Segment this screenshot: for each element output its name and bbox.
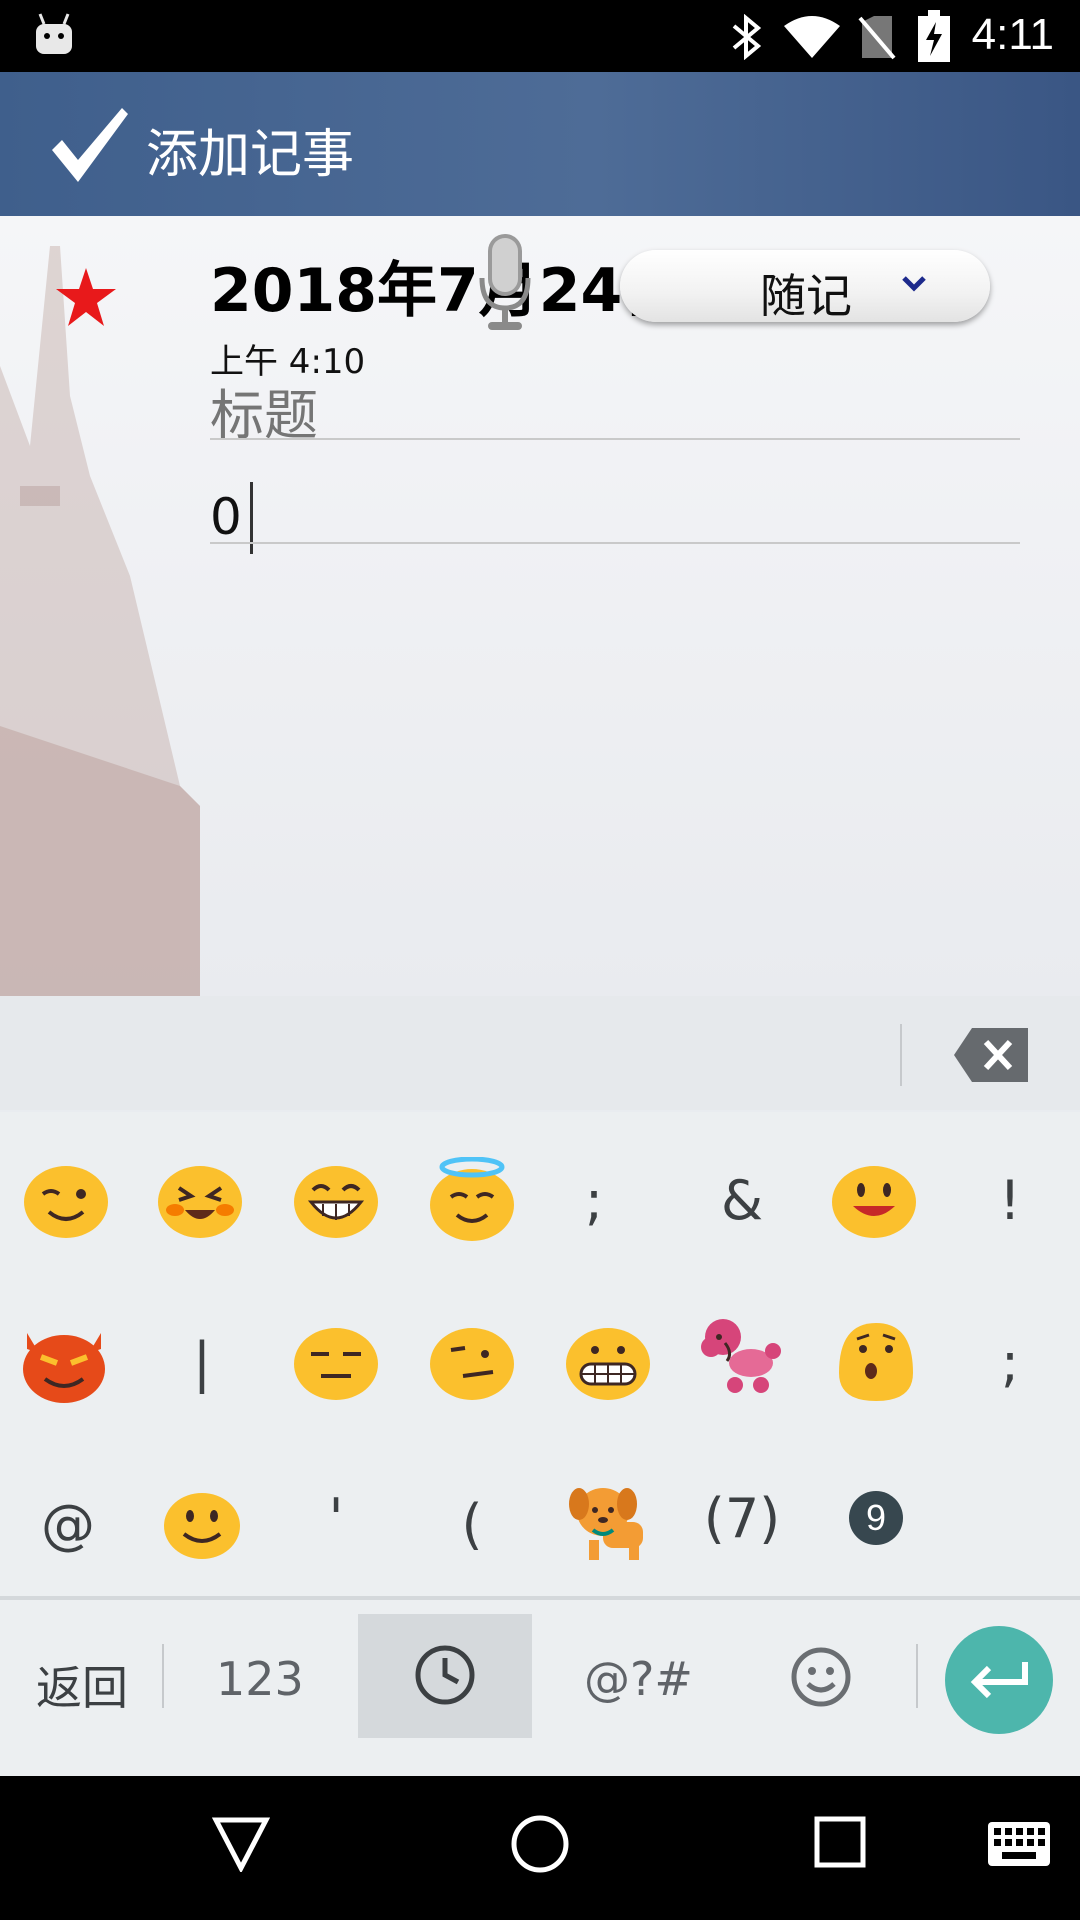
enter-key[interactable] [945,1626,1053,1734]
emoji-poodle[interactable] [680,1298,800,1418]
recent-emoji-tab[interactable] [358,1614,532,1738]
keyboard-top-strip [0,996,1080,1110]
back-icon[interactable] [212,1816,270,1872]
emoji-wink[interactable] [6,1140,126,1260]
back-key[interactable]: 返回 [36,1652,128,1718]
note-editor: 2018年7月24日 上午 4:10 随记 0 [0,216,1080,996]
note-date[interactable]: 2018年7月24日 [210,242,682,329]
status-time: 4:11 [971,10,1054,59]
key-apostrophe[interactable]: ' [276,1458,396,1578]
key-paren-7[interactable]: (7) [682,1458,802,1578]
enter-icon [970,1662,1028,1699]
android-icon [36,13,72,54]
emoji-keycap-9[interactable]: 9 [816,1458,936,1578]
emoji-grimace[interactable] [548,1302,668,1422]
star-icon[interactable] [54,266,118,328]
background-tower-image [0,246,200,996]
emoji-expressionless[interactable] [276,1302,396,1422]
key-divider-2 [916,1644,918,1708]
emoji-hushed[interactable] [816,1298,936,1418]
recents-icon[interactable] [814,1816,866,1868]
emoji-keyboard: ; & ! | ; @ ' ((7) 9 [0,1112,1080,1596]
checkmark-icon[interactable] [48,106,130,186]
key-pipe[interactable]: | [142,1302,262,1422]
backspace-icon[interactable] [954,1028,1028,1082]
svg-text:9: 9 [866,1497,886,1538]
key-paren[interactable]: ( [412,1464,532,1584]
bluetooth-icon [732,14,762,60]
emoji-laughing[interactable] [140,1140,260,1260]
key-at[interactable]: @ [8,1464,128,1584]
no-sim-icon [858,16,896,60]
note-time[interactable]: 上午 4:10 [210,334,365,383]
emoji-smile-tongue[interactable] [814,1140,934,1260]
body-input[interactable]: 0 [210,488,242,546]
clock-icon [415,1645,475,1705]
page-title: 添加记事 [146,125,355,185]
category-dropdown[interactable]: 随记 [620,250,990,323]
key-semicolon-2[interactable]: ; [950,1302,1070,1422]
emoji-smirk[interactable] [412,1302,532,1422]
body-underline [210,542,1020,544]
battery-charging-icon [918,10,950,62]
symbols-key[interactable]: @?# [584,1652,693,1706]
emoji-devil[interactable] [4,1302,124,1422]
key-exclamation[interactable]: ! [950,1140,1070,1260]
keyboard-bottom-row: 返回 123 @?# [0,1600,1080,1776]
navigation-bar [0,1776,1080,1920]
category-label: 随记 [760,269,852,323]
keyboard-icon[interactable] [988,1822,1050,1866]
smiley-icon[interactable] [790,1646,852,1708]
title-underline [210,438,1020,440]
emoji-dog[interactable] [548,1460,668,1580]
action-bar: 添加记事 [0,72,1080,216]
emoji-grin[interactable] [276,1140,396,1260]
chevron-down-icon [902,276,926,292]
home-icon[interactable] [510,1814,570,1874]
key-semicolon[interactable]: ; [534,1140,654,1260]
key-divider [162,1644,164,1708]
emoji-smile[interactable] [142,1464,262,1584]
emoji-halo[interactable] [412,1140,532,1260]
numbers-key[interactable]: 123 [216,1652,304,1706]
wifi-icon [784,16,840,58]
key-ampersand[interactable]: & [682,1140,802,1260]
status-bar: 4:11 [0,0,1080,72]
strip-divider [900,1024,902,1086]
microphone-icon[interactable] [478,234,532,334]
